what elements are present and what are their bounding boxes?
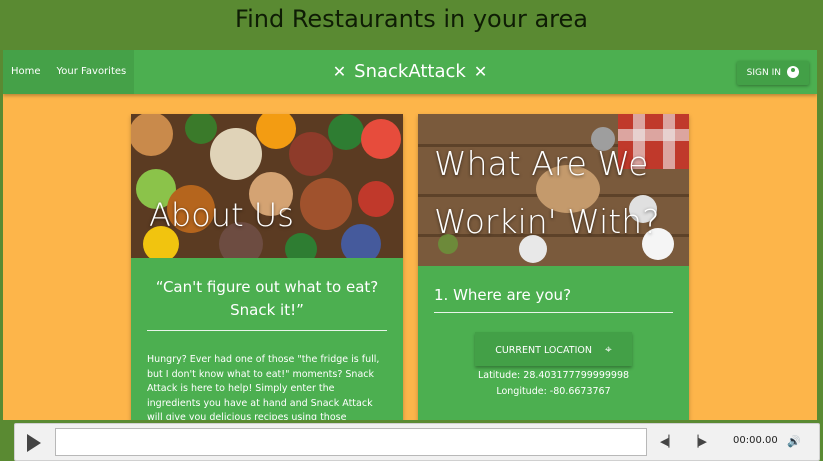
divider [434, 312, 673, 313]
skip-back-icon[interactable]: ◀▏ [660, 435, 677, 448]
step-heading: 1. Where are you? [434, 286, 572, 304]
slide-title: Find Restaurants in your area [0, 0, 823, 50]
navbar: Home Your Favorites ✕ SnackAttack ✕ SIGN I… [3, 50, 817, 94]
nav-links: Home Your Favorites [3, 50, 135, 94]
working-heading-line-1: What Are We [434, 144, 649, 183]
sign-in-button[interactable]: SIGN IN [736, 61, 809, 85]
food-photo [131, 114, 401, 258]
working-heading-line-2: Workin' With? [434, 202, 660, 241]
seek-bar[interactable] [55, 428, 647, 456]
kitchen-table-image: What Are We Workin' With? [418, 114, 689, 266]
about-description: Hungry? Ever had one of those "the fridg… [147, 354, 380, 420]
utensils-icon: ✕ [332, 62, 347, 81]
about-card: About Us “Can't figure out what to eat? … [131, 114, 403, 420]
tagline-line-1: “Can't figure out what to eat? [155, 278, 379, 296]
brand-name[interactable]: SnackAttack [354, 61, 466, 82]
kitchen-photo [418, 114, 689, 266]
longitude-text: Longitude: -80.6673767 [496, 386, 611, 397]
website-frame: Home Your Favorites ✕ SnackAttack ✕ SIGN I… [3, 50, 817, 420]
skip-forward-icon[interactable]: ▕▶ [690, 435, 707, 448]
location-card: What Are We Workin' With? 1. Where are y… [418, 114, 689, 420]
about-us-heading: About Us [149, 196, 294, 234]
utensils-icon: ✕ [473, 62, 488, 81]
play-icon[interactable] [27, 434, 41, 452]
food-bowls-image: About Us [131, 114, 403, 258]
current-location-button[interactable]: CURRENT LOCATION ⌖ [475, 332, 632, 366]
gps-crosshair-icon: ⌖ [605, 342, 612, 356]
tagline-line-2: Snack it!” [230, 301, 304, 319]
current-location-label: CURRENT LOCATION [495, 345, 592, 356]
account-icon [787, 65, 799, 78]
playback-time: 00:00.00 [733, 435, 778, 446]
sign-in-label: SIGN IN [746, 68, 781, 78]
media-player: ◀▏ ▕▶ 00:00.00 🔊 [14, 423, 820, 461]
tagline-quote: “Can't figure out what to eat? Snack it!… [131, 258, 403, 330]
volume-icon[interactable]: 🔊 [787, 435, 801, 448]
nav-favorites-link[interactable]: Your Favorites [49, 50, 135, 94]
latitude-text: Latitude: 28.403177799999998 [477, 370, 630, 381]
nav-home-link[interactable]: Home [3, 50, 49, 94]
